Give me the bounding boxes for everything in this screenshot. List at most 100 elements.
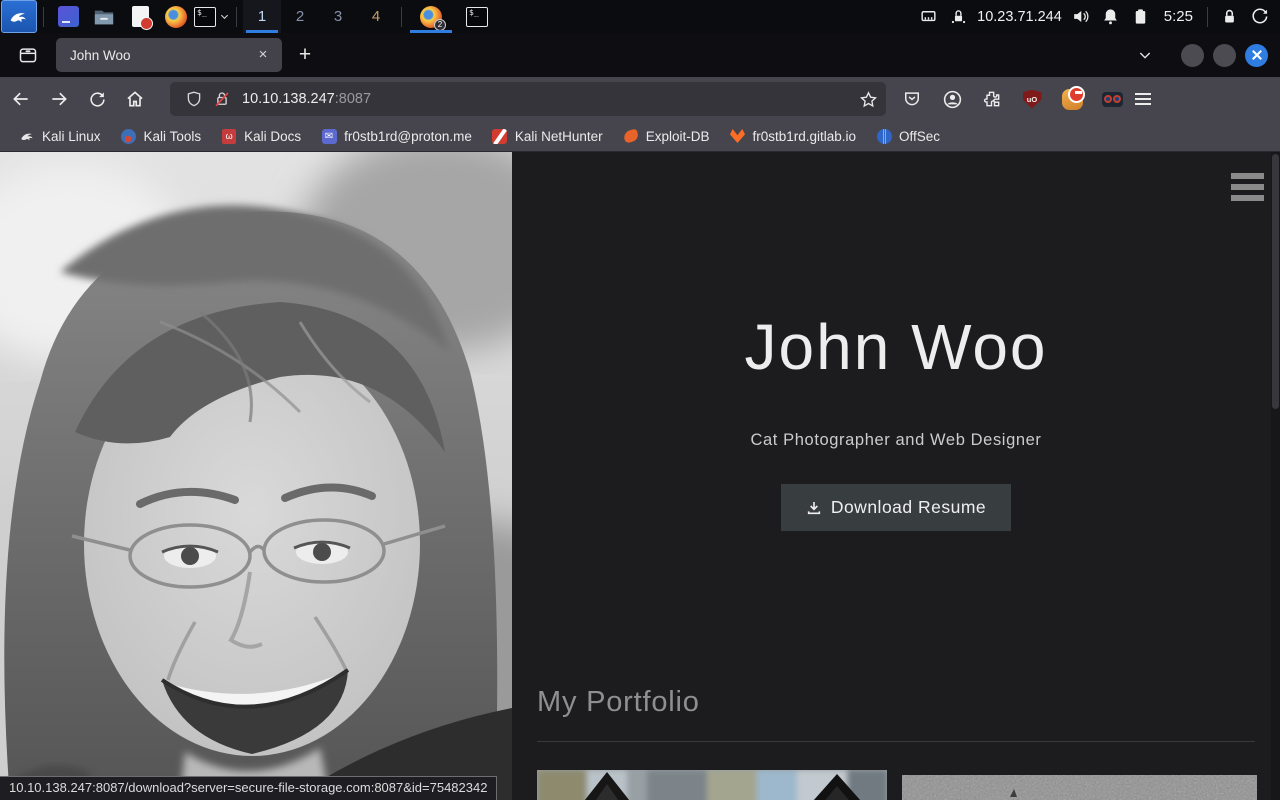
download-resume-label: Download Resume	[831, 497, 986, 518]
insecure-lock-icon[interactable]	[208, 85, 236, 113]
terminal-launcher[interactable]: $_	[194, 0, 230, 33]
bookmark-label: fr0stb1rd@proton.me	[344, 129, 472, 144]
firefox-icon	[165, 6, 187, 28]
workspace-2[interactable]: 2	[281, 0, 319, 33]
firefox-view-icon	[18, 45, 38, 65]
taskbar-separator	[236, 7, 237, 27]
tab-close-button[interactable]: ×	[252, 44, 274, 66]
desktop: $_ 1 2 3 4 2 $_	[0, 0, 1280, 800]
terminal-icon: $_	[194, 7, 216, 27]
kali-nethunter-favicon	[492, 128, 508, 144]
browser-tab-john-woo[interactable]: John Woo ×	[56, 38, 282, 72]
download-resume-button[interactable]: Download Resume	[781, 484, 1011, 531]
portfolio-photo-gravel[interactable]	[902, 775, 1257, 800]
proton-mail-favicon: ✉	[321, 128, 337, 144]
status-bar-link-url: 10.10.138.247:8087/download?server=secur…	[0, 776, 497, 800]
hero-section: John Woo Cat Photographer and Web Design…	[512, 152, 1280, 531]
bookmark-star-icon[interactable]	[854, 85, 882, 113]
bookmark-kali-nethunter[interactable]: Kali NetHunter	[483, 124, 612, 148]
taskbar-left: $_ 1 2 3 4 2 $_	[0, 0, 500, 33]
bookmark-offsec[interactable]: OffSec	[867, 124, 949, 148]
stop-sign-icon	[1062, 89, 1083, 110]
lock-screen-icon[interactable]	[1214, 0, 1244, 33]
taskbar-tray: 10.23.71.244 5:25	[913, 0, 1280, 33]
page-scrollbar[interactable]	[1271, 152, 1280, 800]
network-icon[interactable]	[913, 0, 943, 33]
taskbar: $_ 1 2 3 4 2 $_	[0, 0, 1280, 33]
page-title: John Woo	[512, 310, 1280, 384]
list-all-tabs-button[interactable]	[1127, 38, 1163, 72]
bookmark-label: OffSec	[899, 129, 940, 144]
goggles-extension-icon[interactable]	[1100, 87, 1124, 111]
bookmark-kali-linux[interactable]: Kali Linux	[10, 124, 110, 148]
back-button[interactable]	[4, 82, 38, 116]
scrollbar-thumb[interactable]	[1272, 154, 1279, 409]
workspace-3[interactable]: 3	[319, 0, 357, 33]
pocket-icon[interactable]	[900, 87, 924, 111]
reload-button[interactable]	[80, 82, 114, 116]
exploit-db-favicon	[623, 128, 639, 144]
terminal-icon: $_	[466, 7, 488, 27]
file-manager-launcher[interactable]	[86, 0, 122, 33]
tracking-protection-shield-icon[interactable]	[180, 85, 208, 113]
taskbar-separator	[43, 7, 44, 27]
bookmark-label: Exploit-DB	[646, 129, 710, 144]
goggles-icon	[1102, 92, 1123, 107]
new-tab-button[interactable]: +	[288, 38, 322, 72]
bookmark-kali-tools[interactable]: Kali Tools	[112, 124, 211, 148]
clock[interactable]: 5:25	[1164, 8, 1193, 25]
terminal-window-button[interactable]: $_	[454, 0, 500, 33]
vpn-lock-icon[interactable]	[943, 0, 973, 33]
desktop-launcher[interactable]	[50, 0, 86, 33]
ublock-shield: uO	[1023, 90, 1042, 109]
window-controls	[1181, 44, 1268, 67]
extensions-puzzle-icon[interactable]	[980, 87, 1004, 111]
kali-linux-favicon	[19, 128, 35, 144]
minimize-button[interactable]	[1181, 44, 1204, 67]
url-bar[interactable]: 10.10.138.247:8087	[170, 82, 886, 116]
clipboard-icon[interactable]	[1126, 0, 1156, 33]
kali-dragon-icon	[9, 7, 29, 27]
logout-icon[interactable]	[1244, 0, 1274, 33]
kali-docs-favicon: ω	[221, 128, 237, 144]
window-icon	[58, 6, 79, 27]
vpn-ip-address: 10.23.71.244	[977, 9, 1062, 25]
workspace-switcher: 1 2 3 4	[243, 0, 395, 33]
taskbar-separator	[401, 7, 402, 27]
taskbar-separator	[1207, 7, 1208, 27]
url-host: 10.10.138.247	[242, 91, 335, 107]
bookmark-kali-docs[interactable]: ω Kali Docs	[212, 124, 310, 148]
bookmark-label: Kali Linux	[42, 129, 101, 144]
bookmark-gitlab[interactable]: fr0stb1rd.gitlab.io	[720, 124, 865, 148]
url-text[interactable]: 10.10.138.247:8087	[242, 91, 854, 107]
close-window-button[interactable]	[1245, 44, 1268, 67]
bookmarks-bar: Kali Linux Kali Tools ω Kali Docs ✉ fr0s…	[0, 121, 1280, 152]
home-button[interactable]	[118, 82, 152, 116]
bookmark-label: Kali Tools	[144, 129, 202, 144]
blocker-extension-icon[interactable]	[1060, 87, 1084, 111]
text-editor-launcher[interactable]	[122, 0, 158, 33]
chevron-down-icon	[1137, 47, 1153, 63]
workspace-1[interactable]: 1	[243, 0, 281, 33]
notifications-bell-icon[interactable]	[1096, 0, 1126, 33]
offsec-favicon	[876, 128, 892, 144]
firefox-tab-bar: John Woo × +	[0, 33, 1280, 77]
chevron-down-icon	[219, 11, 230, 22]
account-icon[interactable]	[940, 87, 964, 111]
bookmark-proton-mail[interactable]: ✉ fr0stb1rd@proton.me	[312, 124, 481, 148]
ublock-origin-icon[interactable]: uO	[1020, 87, 1044, 111]
bookmark-label: fr0stb1rd.gitlab.io	[752, 129, 856, 144]
kali-tools-favicon	[121, 128, 137, 144]
firefox-launcher[interactable]	[158, 0, 194, 33]
tab-title: John Woo	[70, 48, 252, 63]
kali-menu-button[interactable]	[1, 0, 37, 33]
portfolio-photo-cat-ears[interactable]	[537, 770, 887, 800]
maximize-button[interactable]	[1213, 44, 1236, 67]
firefox-view-button[interactable]	[8, 38, 48, 72]
workspace-4[interactable]: 4	[357, 0, 395, 33]
firefox-window-button[interactable]: 2	[408, 0, 454, 33]
forward-button[interactable]	[42, 82, 76, 116]
volume-icon[interactable]	[1066, 0, 1096, 33]
browser-menu-button[interactable]	[1128, 93, 1158, 104]
bookmark-exploit-db[interactable]: Exploit-DB	[614, 124, 719, 148]
